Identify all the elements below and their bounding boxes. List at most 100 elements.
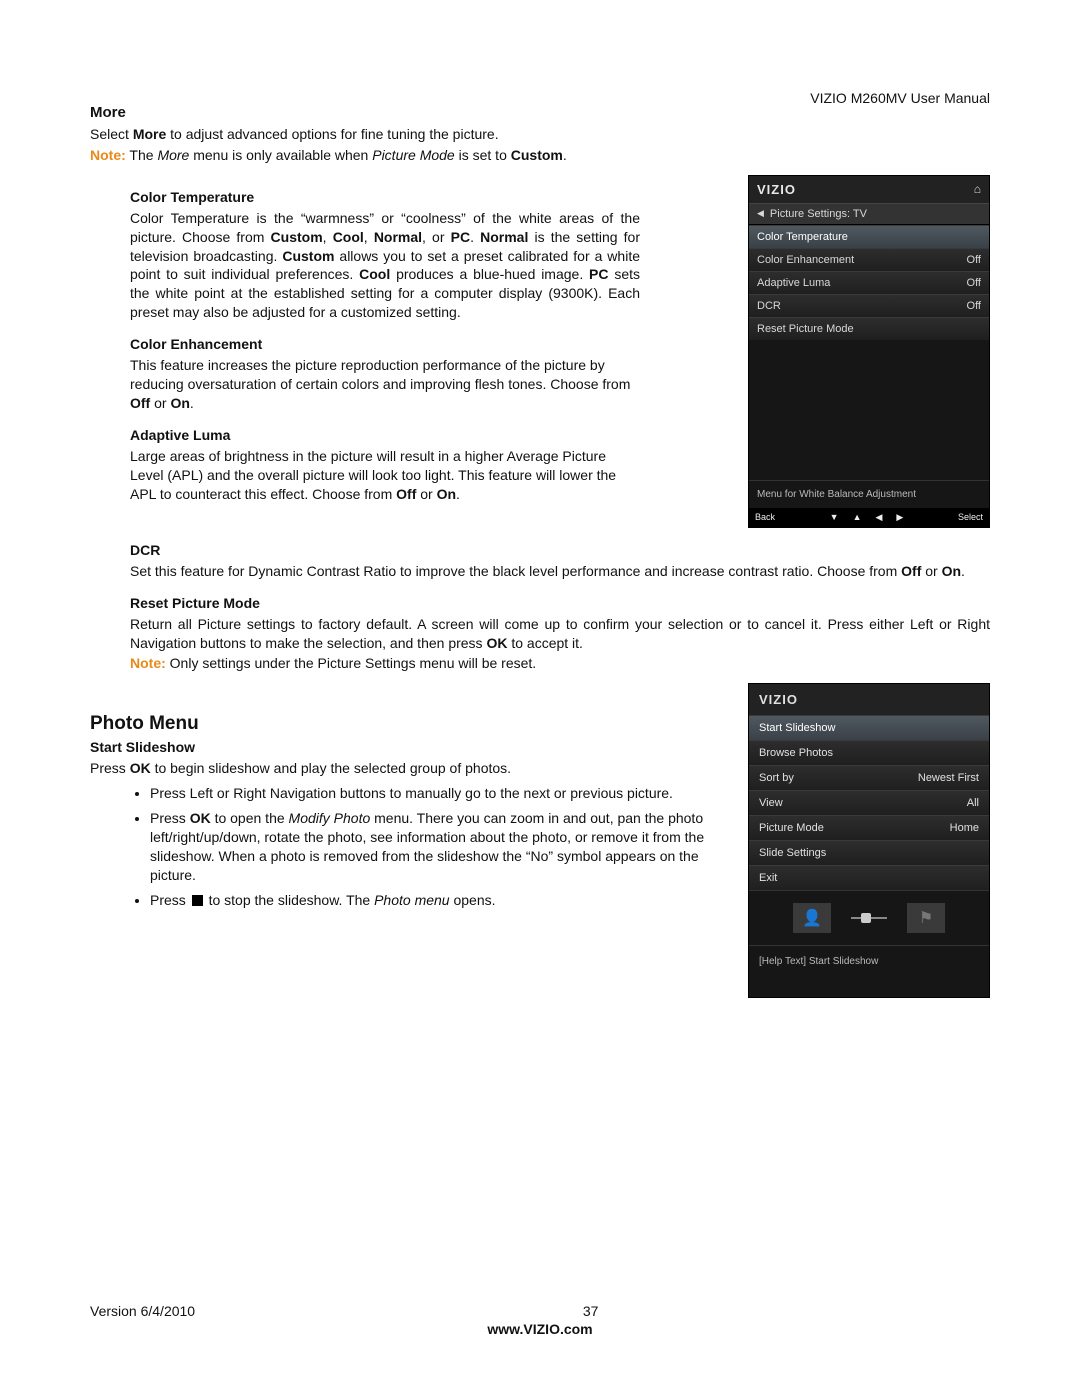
osd-row-picture-mode[interactable]: Picture Mode Home — [749, 815, 989, 840]
row-value: Off — [967, 277, 981, 289]
nav-back-label: Back — [755, 512, 775, 522]
bullet-stop: Press to stop the slideshow. The Photo m… — [150, 891, 728, 910]
text-bold: Normal — [480, 229, 528, 245]
osd-row-browse-photos[interactable]: Browse Photos — [749, 740, 989, 765]
row-label: Picture Mode — [759, 822, 824, 834]
text: Press — [150, 810, 190, 826]
color-enhancement-text: This feature increases the picture repro… — [130, 356, 640, 413]
text-bold: Normal — [374, 229, 422, 245]
osd-help-text: Menu for White Balance Adjustment — [749, 480, 989, 508]
text-bold: OK — [190, 810, 211, 826]
note-label: Note: — [90, 147, 126, 163]
osd-spacer — [749, 340, 989, 480]
osd-row-slide-settings[interactable]: Slide Settings — [749, 840, 989, 865]
dcr-text: Set this feature for Dynamic Contrast Ra… — [130, 562, 990, 581]
footer-version: Version 6/4/2010 — [90, 1303, 195, 1319]
more-line1: Select More to adjust advanced options f… — [90, 125, 990, 144]
text: , — [364, 229, 374, 245]
text: to begin slideshow and play the selected… — [151, 760, 511, 776]
text: opens. — [450, 892, 496, 908]
text: . — [456, 486, 460, 502]
text: Press — [150, 892, 190, 908]
osd-help-text: [Help Text] Start Slideshow — [749, 945, 989, 997]
thumb-person-icon: 👤 — [793, 903, 831, 933]
text: to adjust advanced options for fine tuni… — [166, 126, 498, 142]
row-label: Reset Picture Mode — [757, 323, 854, 335]
row-value: Newest First — [918, 772, 979, 784]
text-bold: PC — [451, 229, 470, 245]
color-temperature-text: Color Temperature is the “warmness” or “… — [130, 209, 640, 322]
back-arrow-icon: ◀ — [757, 208, 764, 219]
osd-row-view[interactable]: ViewAll — [749, 790, 989, 815]
text-bold: OK — [486, 635, 507, 651]
row-label: Browse Photos — [759, 747, 833, 759]
osd-photo-menu: VIZIO Start Slideshow Browse Photos Sort… — [748, 683, 990, 998]
osd-row-reset-picture-mode[interactable]: Reset Picture Mode — [749, 317, 989, 340]
heading-photo-menu: Photo Menu — [90, 713, 728, 735]
osd-nav-strip: Back ▼ ▲ ◀ ▶ Select — [749, 508, 989, 527]
text: This feature increases the picture repro… — [130, 357, 630, 392]
text: , — [323, 229, 333, 245]
osd-row-start-slideshow[interactable]: Start Slideshow — [749, 715, 989, 740]
osd-breadcrumb: ◀ Picture Settings: TV — [749, 203, 989, 225]
text: . — [190, 395, 194, 411]
text: . — [563, 147, 567, 163]
text-bold: Off — [901, 563, 921, 579]
text-italic: More — [157, 147, 189, 163]
osd-thumbnails: 👤 ⚑ — [749, 890, 989, 945]
text-bold: Cool — [359, 266, 390, 282]
text: or — [921, 563, 941, 579]
row-label: Adaptive Luma — [757, 277, 830, 289]
nav-select-label: Select — [958, 512, 983, 522]
text-bold: Cool — [333, 229, 364, 245]
text: to open the — [211, 810, 289, 826]
text: menu is only available when — [189, 147, 372, 163]
note-label: Note: — [130, 655, 166, 671]
up-arrow-icon: ▲ — [853, 512, 862, 523]
osd-row-color-temperature[interactable]: Color Temperature — [749, 225, 989, 248]
row-value: All — [967, 797, 979, 809]
doc-header: VIZIO M260MV User Manual — [810, 90, 990, 106]
osd-row-color-enhancement[interactable]: Color EnhancementOff — [749, 248, 989, 271]
row-label: Color Enhancement — [757, 254, 854, 266]
text-bold: Custom — [511, 147, 563, 163]
stop-icon — [192, 895, 203, 906]
text-italic: Modify Photo — [289, 810, 371, 826]
home-icon: ⌂ — [974, 182, 981, 196]
footer-url: www.VIZIO.com — [90, 1321, 990, 1337]
text-italic: Photo menu — [374, 892, 450, 908]
heading-start-slideshow: Start Slideshow — [90, 739, 728, 755]
text: or — [150, 395, 170, 411]
osd-logo: VIZIO — [759, 692, 798, 707]
heading-dcr: DCR — [130, 542, 990, 558]
row-label: DCR — [757, 300, 781, 312]
heading-adaptive-luma: Adaptive Luma — [130, 427, 728, 443]
row-label: Color Temperature — [757, 231, 848, 243]
text: Press — [90, 760, 130, 776]
text-bold: Custom — [271, 229, 323, 245]
slideshow-bullets: Press Left or Right Navigation buttons t… — [150, 784, 728, 909]
footer-page-number: 37 — [583, 1303, 599, 1319]
row-value: Home — [950, 822, 979, 834]
text: Large areas of brightness in the picture… — [130, 448, 616, 502]
osd-picture-settings: VIZIO ⌂ ◀ Picture Settings: TV Color Tem… — [748, 175, 990, 528]
text: The — [126, 147, 158, 163]
osd-row-dcr[interactable]: DCROff — [749, 294, 989, 317]
osd-row-exit[interactable]: Exit — [749, 865, 989, 890]
text: Only settings under the Picture Settings… — [166, 655, 536, 671]
osd-row-adaptive-luma[interactable]: Adaptive Luma Off — [749, 271, 989, 294]
text: produces a blue-hued image. — [390, 266, 589, 282]
osd-logo: VIZIO — [757, 182, 796, 197]
text: , or — [422, 229, 451, 245]
heading-color-temperature: Color Temperature — [130, 189, 728, 205]
text: . — [470, 229, 480, 245]
text: or — [416, 486, 436, 502]
text: Set this feature for Dynamic Contrast Ra… — [130, 563, 901, 579]
text-bold: More — [133, 126, 166, 142]
osd-row-sort-by[interactable]: Sort by Newest First — [749, 765, 989, 790]
row-label: Start Slideshow — [759, 722, 835, 734]
row-label: Sort by — [759, 772, 794, 784]
thumb-slider-icon — [851, 912, 887, 924]
text: to accept it. — [507, 635, 582, 651]
text-bold: Off — [130, 395, 150, 411]
